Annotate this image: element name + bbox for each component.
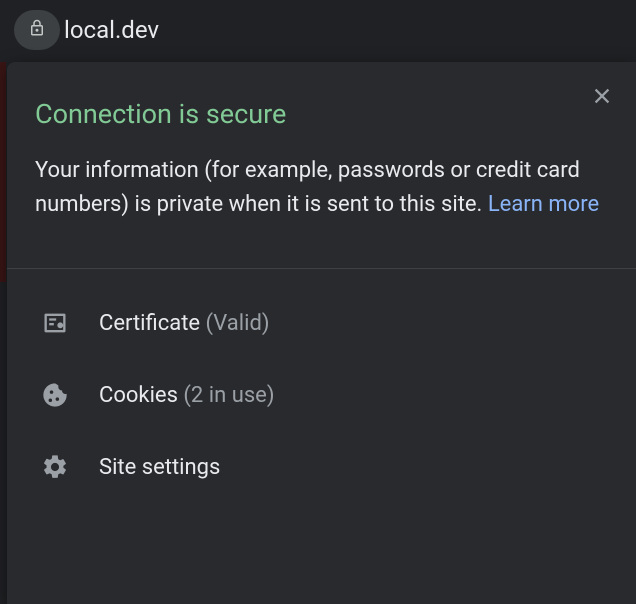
certificate-text: Certificate (Valid)	[99, 311, 270, 336]
close-icon	[591, 85, 613, 111]
url-text[interactable]: local.dev	[64, 16, 159, 44]
certificate-icon	[41, 309, 69, 337]
popup-title: Connection is secure	[35, 98, 608, 130]
site-settings-label: Site settings	[99, 455, 220, 480]
close-button[interactable]	[588, 84, 616, 112]
lock-icon	[28, 19, 46, 41]
cookies-item[interactable]: Cookies (2 in use)	[7, 359, 636, 431]
left-edge-strip	[0, 62, 6, 282]
popup-menu: Certificate (Valid) Cookies (2 in use) S…	[7, 269, 636, 521]
certificate-label: Certificate	[99, 311, 206, 336]
cookies-text: Cookies (2 in use)	[99, 383, 275, 408]
site-settings-item[interactable]: Site settings	[7, 431, 636, 503]
certificate-item[interactable]: Certificate (Valid)	[7, 287, 636, 359]
cookies-label: Cookies	[99, 383, 183, 408]
lock-icon-pill[interactable]	[14, 10, 60, 50]
cookies-status: (2 in use)	[183, 383, 274, 408]
site-info-popup: Connection is secure Your information (f…	[7, 62, 636, 604]
gear-icon	[41, 453, 69, 481]
address-bar: local.dev	[0, 0, 636, 60]
learn-more-link[interactable]: Learn more	[488, 192, 599, 217]
cookie-icon	[41, 381, 69, 409]
popup-description: Your information (for example, passwords…	[35, 154, 608, 222]
certificate-status: (Valid)	[206, 311, 270, 336]
popup-header: Connection is secure Your information (f…	[7, 62, 636, 269]
